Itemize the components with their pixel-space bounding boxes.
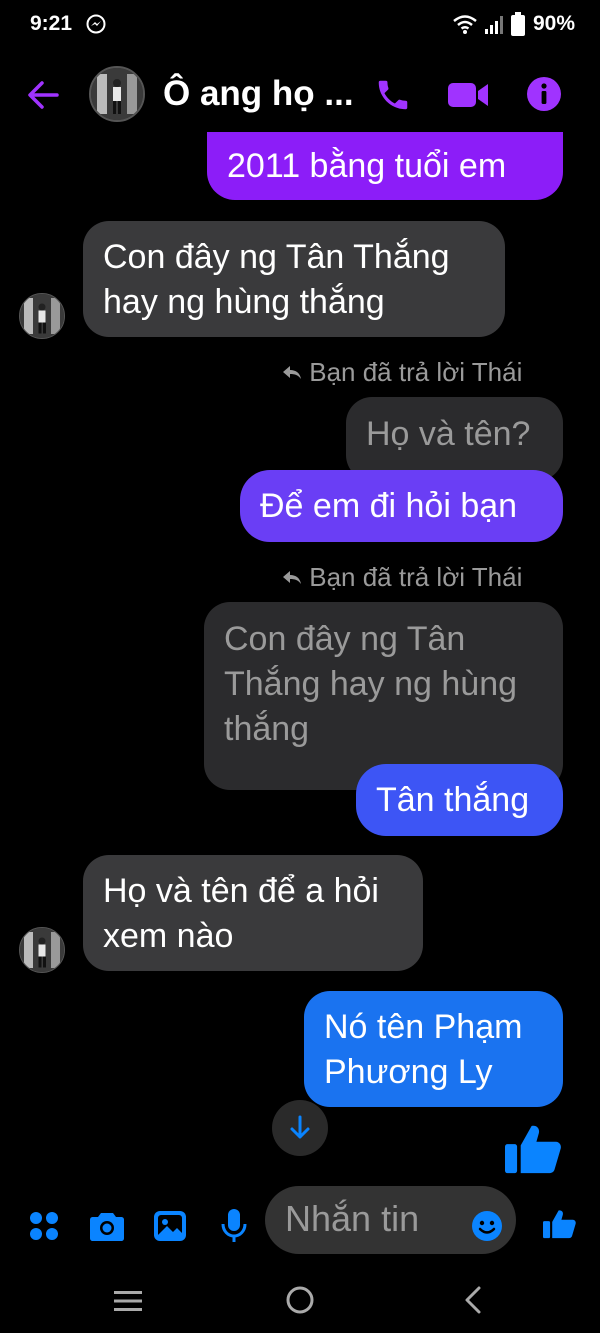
message-text: Tân thắng [376, 781, 530, 819]
message-text: 2011 bằng tuổi em [227, 147, 507, 185]
reply-indicator: Bạn đã trả lời Thái [282, 357, 522, 388]
message-line: hay ng hùng thắng [103, 283, 385, 321]
incoming-message[interactable]: Họ và tên để a hỏi xem nào [83, 855, 423, 971]
reply-label-text: Bạn đã trả lời Thái [309, 562, 523, 592]
quoted-text: Họ và tên? [366, 415, 531, 453]
conversation-title[interactable]: Ô ang họ ... [163, 74, 354, 114]
microphone-icon[interactable] [221, 1208, 247, 1249]
incoming-message[interactable]: Con đây ng Tân Thắng hay ng hùng thắng [83, 221, 505, 337]
nav-back-icon[interactable] [462, 1285, 484, 1320]
outgoing-message[interactable]: Để em đi hỏi bạn [240, 470, 563, 542]
outgoing-message[interactable]: Tân thắng [356, 764, 563, 836]
quoted-message[interactable]: Con đây ng Tân Thắng hay ng hùng thắng [204, 602, 563, 790]
message-input-placeholder: Nhắn tin [285, 1198, 420, 1239]
like-icon [543, 1210, 577, 1245]
reply-arrow-icon [282, 357, 309, 387]
reply-label-text: Bạn đã trả lời Thái [309, 357, 523, 387]
home-icon[interactable] [285, 1285, 315, 1320]
like-icon[interactable] [505, 1122, 563, 1181]
phone-icon[interactable] [374, 76, 412, 119]
quoted-line: thắng [224, 710, 310, 748]
chevron-down-icon [289, 1115, 311, 1146]
signal-icon [484, 14, 506, 41]
status-bar: 9:21 90% [0, 0, 600, 52]
status-time: 9:21 [30, 12, 73, 35]
like-button[interactable] [543, 1207, 577, 1246]
camera-icon[interactable] [89, 1210, 125, 1247]
message-line: Họ và tên để a hỏi [103, 872, 379, 910]
gallery-icon[interactable] [153, 1210, 187, 1247]
message-line: Nó tên Phạm [324, 1008, 523, 1046]
menu-icon[interactable] [114, 1290, 142, 1317]
quoted-message[interactable]: Họ và tên? [346, 397, 563, 481]
quoted-line: Con đây ng Tân [224, 620, 466, 658]
battery-icon [511, 12, 525, 41]
reply-indicator: Bạn đã trả lời Thái [282, 562, 522, 593]
apps-icon[interactable] [29, 1211, 59, 1246]
video-icon[interactable] [448, 80, 490, 115]
quoted-line: Thắng hay ng hùng [224, 665, 518, 703]
info-icon[interactable] [526, 76, 562, 117]
message-line: Phương Ly [324, 1053, 493, 1091]
outgoing-message[interactable]: Nó tên Phạm Phương Ly [304, 991, 563, 1107]
wifi-icon [452, 14, 478, 41]
sender-avatar[interactable] [19, 293, 65, 339]
messenger-icon [86, 14, 106, 39]
back-arrow-icon[interactable] [24, 76, 62, 119]
avatar[interactable] [89, 66, 145, 122]
message-text: Để em đi hỏi bạn [260, 487, 518, 525]
emoji-icon[interactable] [471, 1210, 503, 1247]
message-line: xem nào [103, 917, 234, 955]
reply-arrow-icon [282, 562, 309, 592]
sender-avatar[interactable] [19, 927, 65, 973]
message-line: Con đây ng Tân Thắng [103, 238, 450, 276]
scroll-to-bottom-button[interactable] [272, 1100, 328, 1156]
outgoing-message[interactable]: 2011 bằng tuổi em [207, 132, 563, 200]
battery-percent: 90% [533, 12, 576, 35]
